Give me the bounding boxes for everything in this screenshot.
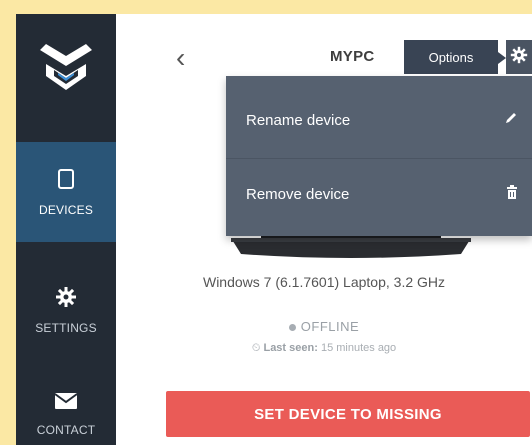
last-seen-label: Last seen: <box>263 342 318 354</box>
logo-icon <box>36 36 96 96</box>
status-text: OFFLINE <box>300 319 360 334</box>
options-dropdown-menu: Rename device Remove device <box>226 76 532 236</box>
sidebar-item-devices[interactable]: DEVICES <box>16 142 116 242</box>
last-seen-value: 15 minutes ago <box>320 342 397 354</box>
sidebar: DEVICES SETTINGS CONTACT <box>16 14 116 445</box>
last-seen: ⏲ Last seen: 15 minutes ago <box>116 342 532 355</box>
menu-item-remove-device[interactable]: Remove device <box>226 160 532 228</box>
status-badge: OFFLINE <box>116 319 532 334</box>
app-frame: DEVICES SETTINGS CONTACT ‹ MYPC Options … <box>16 14 532 445</box>
clock-icon: ⏲ <box>251 342 261 354</box>
sidebar-item-contact[interactable]: CONTACT <box>16 364 116 445</box>
chevron-left-icon: ‹ <box>176 42 186 73</box>
menu-item-label: Rename device <box>246 111 351 129</box>
sidebar-item-settings[interactable]: SETTINGS <box>16 260 116 360</box>
sidebar-item-label: SETTINGS <box>35 320 97 335</box>
options-button[interactable]: Options <box>404 40 506 74</box>
device-description: Windows 7 (6.1.7601) Laptop, 3.2 GHz <box>202 274 446 290</box>
menu-item-label: Remove device <box>246 185 350 203</box>
sidebar-item-label: DEVICES <box>38 202 94 217</box>
menu-item-rename-device[interactable]: Rename device <box>226 86 532 154</box>
tablet-icon <box>57 168 75 193</box>
settings-gear-button[interactable] <box>506 40 532 74</box>
trash-icon <box>506 185 518 203</box>
set-device-missing-button[interactable]: SET DEVICE TO MISSING <box>166 391 530 437</box>
page-title: MYPC <box>330 48 375 65</box>
pencil-icon <box>504 111 518 129</box>
back-button[interactable]: ‹ <box>176 44 185 72</box>
sidebar-item-label: CONTACT <box>36 422 96 437</box>
gear-icon <box>55 286 77 311</box>
status-dot-icon <box>288 324 296 332</box>
envelope-icon <box>54 392 78 413</box>
menu-divider <box>226 158 532 159</box>
gear-icon <box>510 46 528 69</box>
